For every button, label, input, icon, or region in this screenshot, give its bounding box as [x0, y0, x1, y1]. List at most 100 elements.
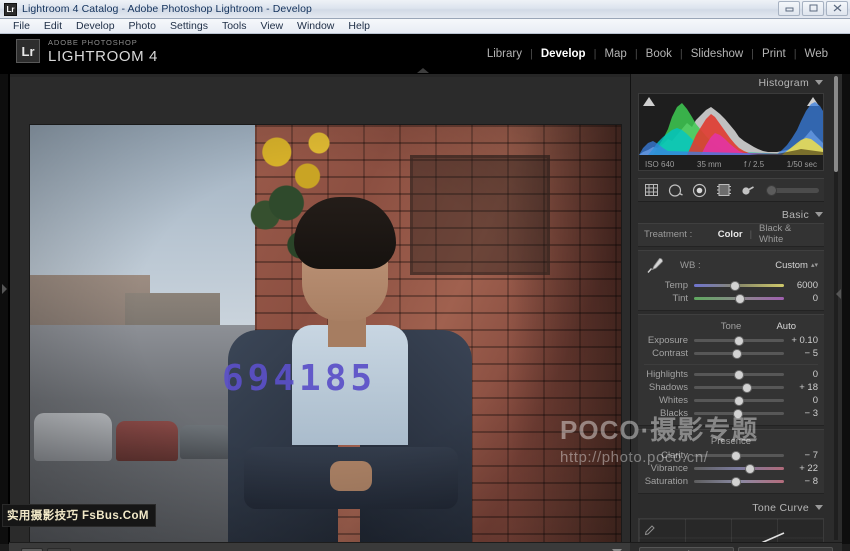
chevron-down-icon[interactable]	[815, 80, 823, 85]
slider-value-vibrance[interactable]: + 22	[784, 463, 818, 474]
crop-overlay-tool-icon[interactable]	[643, 182, 660, 198]
menu-bar: File Edit Develop Photo Settings Tools V…	[0, 19, 850, 34]
menu-photo[interactable]: Photo	[122, 19, 163, 33]
slider-value-highlights[interactable]: 0	[784, 369, 818, 380]
spot-removal-tool-icon[interactable]	[667, 182, 684, 198]
identity-plate[interactable]: Lr ADOBE PHOTOSHOP LIGHTROOM 4	[16, 39, 158, 64]
tone-curve-panel-header[interactable]: Tone Curve	[631, 499, 831, 516]
left-panel-collapsed[interactable]	[0, 74, 9, 544]
treatment-bw-option[interactable]: Black & White	[759, 223, 818, 245]
tone-section: Tone Auto Exposure + 0.10 Contrast	[638, 314, 824, 426]
eyedropper-icon[interactable]	[644, 255, 666, 275]
slider-knob-contrast[interactable]	[732, 349, 742, 359]
top-panel-collapse-arrow[interactable]	[417, 68, 429, 73]
develop-tool-strip	[638, 178, 824, 202]
tone-divider	[644, 364, 818, 365]
slider-value-blacks[interactable]: − 3	[784, 408, 818, 419]
tone-curve-line	[644, 521, 824, 544]
slider-knob-clarity[interactable]	[731, 451, 741, 461]
slider-label-clarity: Clarity	[644, 450, 694, 461]
exif-aperture: f / 2.5	[744, 160, 764, 169]
slider-row-vibrance: Vibrance + 22	[638, 462, 824, 475]
module-web[interactable]: Web	[797, 48, 836, 60]
slider-value-tint[interactable]: 0	[784, 293, 818, 304]
slider-knob-highlights[interactable]	[734, 370, 744, 380]
previous-button[interactable]: Previous	[639, 547, 734, 551]
chevron-down-icon[interactable]	[815, 505, 823, 510]
slider-track-contrast[interactable]	[694, 352, 784, 355]
slider-track-clarity[interactable]	[694, 454, 784, 457]
minimize-button[interactable]	[778, 1, 800, 16]
tool-amount-slider[interactable]	[766, 188, 819, 193]
menu-develop[interactable]: Develop	[69, 19, 122, 33]
slider-track-highlights[interactable]	[694, 373, 784, 376]
menu-window[interactable]: Window	[290, 19, 341, 33]
menu-tools[interactable]: Tools	[215, 19, 254, 33]
close-button[interactable]	[826, 1, 848, 16]
menu-settings[interactable]: Settings	[163, 19, 215, 33]
content-area: 694185	[9, 74, 630, 544]
slider-knob-vibrance[interactable]	[745, 464, 755, 474]
module-develop[interactable]: Develop	[533, 48, 594, 60]
slider-value-temp[interactable]: 6000	[784, 280, 818, 291]
slider-track-temp[interactable]	[694, 284, 784, 287]
slider-track-blacks[interactable]	[694, 412, 784, 415]
slider-value-exposure[interactable]: + 0.10	[784, 335, 818, 346]
treatment-color-option[interactable]: Color	[718, 229, 743, 240]
wb-dropdown-icon[interactable]: ▴▾	[811, 262, 818, 269]
graduated-filter-tool-icon[interactable]	[715, 182, 732, 198]
right-panel-scrollbar-thumb[interactable]	[834, 76, 838, 172]
red-eye-tool-icon[interactable]	[691, 182, 708, 198]
image-canvas[interactable]: 694185	[10, 77, 631, 544]
module-book[interactable]: Book	[638, 48, 680, 60]
window-controls	[778, 1, 848, 16]
chevron-down-icon[interactable]	[815, 212, 823, 217]
module-map[interactable]: Map	[596, 48, 634, 60]
auto-tone-button[interactable]: Auto	[776, 321, 796, 332]
view-toolbar: Y|Y	[9, 542, 630, 551]
slider-track-whites[interactable]	[694, 399, 784, 402]
exif-focal: 35 mm	[697, 160, 721, 169]
module-slideshow[interactable]: Slideshow	[683, 48, 751, 60]
wb-preset-value[interactable]: Custom	[775, 260, 808, 271]
slider-knob-whites[interactable]	[734, 396, 744, 406]
slider-value-shadows[interactable]: + 18	[784, 382, 818, 393]
slider-knob-saturation[interactable]	[731, 477, 741, 487]
menu-edit[interactable]: Edit	[37, 19, 69, 33]
basic-panel-header[interactable]: Basic	[631, 206, 831, 223]
slider-label-shadows: Shadows	[644, 382, 694, 393]
slider-knob-blacks[interactable]	[733, 409, 743, 419]
slider-value-clarity[interactable]: − 7	[784, 450, 818, 461]
overlay-code-text: 694185	[222, 358, 376, 399]
slider-knob-tint[interactable]	[735, 294, 745, 304]
slider-track-exposure[interactable]	[694, 339, 784, 342]
slider-track-vibrance[interactable]	[694, 467, 784, 470]
adjustment-brush-tool-icon[interactable]	[739, 182, 756, 198]
module-library[interactable]: Library	[479, 48, 530, 60]
slider-track-shadows[interactable]	[694, 386, 784, 389]
reset-button[interactable]: Reset	[738, 547, 833, 551]
maximize-button[interactable]	[802, 1, 824, 16]
menu-help[interactable]: Help	[341, 19, 377, 33]
slider-value-saturation[interactable]: − 8	[784, 476, 818, 487]
slider-knob-exposure[interactable]	[734, 336, 744, 346]
slider-value-whites[interactable]: 0	[784, 395, 818, 406]
right-panel-edge	[842, 74, 850, 544]
slider-knob-shadows[interactable]	[742, 383, 752, 393]
module-print[interactable]: Print	[754, 48, 794, 60]
menu-file[interactable]: File	[6, 19, 37, 33]
slider-track-saturation[interactable]	[694, 480, 784, 483]
preview-photo[interactable]: 694185	[30, 125, 621, 542]
histogram-graph[interactable]: ISO 640 35 mm f / 2.5 1/50 sec	[638, 93, 824, 171]
right-panel-collapse-arrow[interactable]	[836, 289, 841, 299]
chevron-right-icon[interactable]	[2, 284, 7, 294]
slider-value-contrast[interactable]: − 5	[784, 348, 818, 359]
slider-knob-temp[interactable]	[730, 281, 740, 291]
histogram-panel-header[interactable]: Histogram	[631, 74, 831, 91]
slider-label-vibrance: Vibrance	[644, 463, 694, 474]
tool-amount-knob[interactable]	[766, 185, 777, 196]
slider-track-tint[interactable]	[694, 297, 784, 300]
exif-iso: ISO 640	[645, 160, 674, 169]
menu-view[interactable]: View	[253, 19, 290, 33]
tone-curve-graph[interactable]	[638, 518, 824, 544]
